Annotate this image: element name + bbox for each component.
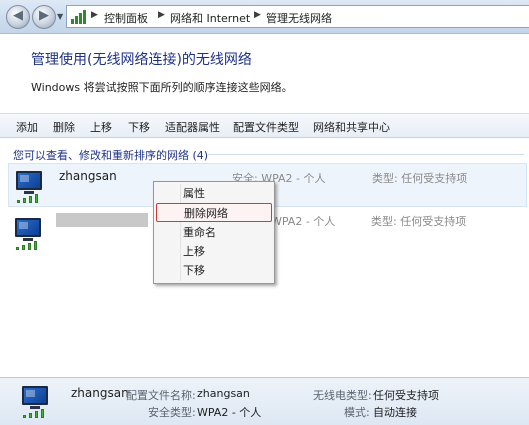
breadcrumb-network-internet[interactable]: 网络和 Internet	[170, 10, 250, 26]
back-button[interactable]: ◀	[6, 5, 30, 29]
radio-type-label: 无线电类型:	[313, 389, 372, 402]
radio-type-value: 任何受支持项	[373, 389, 439, 402]
menu-item-properties[interactable]: 属性	[156, 184, 272, 203]
network-sharing-center-button[interactable]: 网络和共享中心	[313, 119, 390, 135]
control-panel-icon	[70, 9, 86, 24]
forward-button[interactable]: ▶	[32, 5, 56, 29]
address-bar: ◀ ▶ ▼ ▶ 控制面板 ▶ 网络和 Internet ▶ 管理无线网络	[0, 0, 529, 34]
breadcrumb[interactable]: ▶ 控制面板 ▶ 网络和 Internet ▶ 管理无线网络	[66, 5, 529, 28]
adapter-properties-button[interactable]: 适配器属性	[165, 119, 220, 135]
move-down-button[interactable]: 下移	[128, 119, 150, 135]
forward-arrow-icon: ▶	[39, 8, 49, 23]
network-security: WPA2 - 个人	[271, 215, 336, 228]
profile-name-label: 配置文件名称:	[126, 389, 196, 402]
remove-button[interactable]: 删除	[53, 119, 75, 135]
divider	[208, 154, 524, 155]
page-description: Windows 将尝试按照下面所列的顺序连接这些网络。	[31, 81, 293, 94]
details-network-name: zhangsan	[71, 386, 129, 400]
menu-item-rename[interactable]: 重命名	[156, 223, 272, 242]
move-up-button[interactable]: 上移	[90, 119, 112, 135]
menu-item-move-up[interactable]: 上移	[156, 242, 272, 261]
wireless-network-icon	[12, 169, 46, 203]
menu-item-move-down[interactable]: 下移	[156, 261, 272, 280]
add-button[interactable]: 添加	[16, 119, 38, 135]
breadcrumb-separator-icon[interactable]: ▶	[91, 10, 98, 20]
list-header: 您可以查看、修改和重新排序的网络 (4)	[13, 149, 209, 162]
network-type: 类型: 任何受支持项	[371, 215, 467, 228]
breadcrumb-separator-icon[interactable]: ▶	[254, 10, 261, 20]
wireless-network-icon	[18, 384, 52, 418]
mode-value: 自动连接	[373, 406, 417, 419]
mode-label: 模式:	[344, 406, 370, 419]
menu-item-remove-network[interactable]: 删除网络	[156, 203, 272, 222]
recent-pages-dropdown-icon[interactable]: ▼	[57, 12, 63, 21]
breadcrumb-control-panel[interactable]: 控制面板	[104, 10, 148, 26]
details-pane: zhangsan 配置文件名称: zhangsan 安全类型: WPA2 - 个…	[0, 377, 529, 425]
page-title: 管理使用(无线网络连接)的无线网络	[31, 52, 252, 68]
profile-types-button[interactable]: 配置文件类型	[233, 119, 299, 135]
context-menu: 属性 删除网络 重命名 上移 下移	[153, 181, 275, 284]
breadcrumb-manage-wireless[interactable]: 管理无线网络	[266, 10, 332, 26]
redacted-network-name	[56, 213, 148, 227]
security-type-value: WPA2 - 个人	[197, 406, 262, 419]
security-type-label: 安全类型:	[148, 406, 196, 419]
back-arrow-icon: ◀	[13, 8, 23, 23]
toolbar: 添加 删除 上移 下移 适配器属性 配置文件类型 网络和共享中心	[0, 113, 529, 138]
breadcrumb-separator-icon[interactable]: ▶	[158, 10, 165, 20]
network-name: zhangsan	[59, 169, 117, 183]
profile-name-value: zhangsan	[197, 387, 250, 400]
wireless-network-icon	[11, 216, 45, 250]
network-type: 类型: 任何受支持项	[372, 172, 468, 185]
